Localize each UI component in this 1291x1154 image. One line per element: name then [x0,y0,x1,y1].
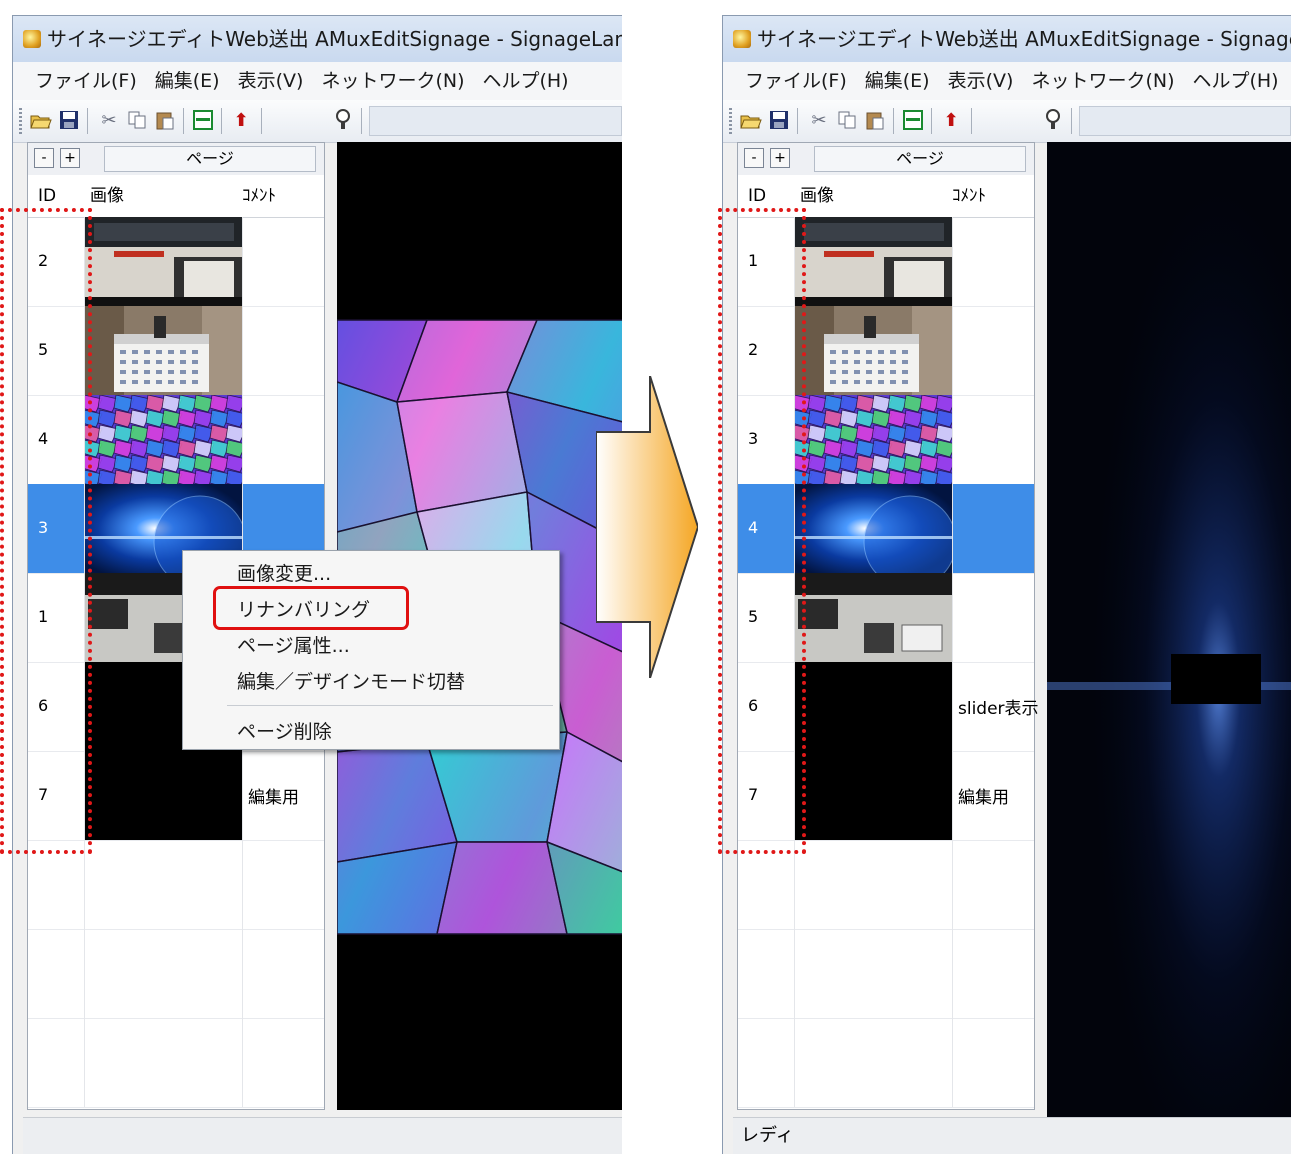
menu-view[interactable]: 表示(V) [948,62,1014,100]
toolbar-separator [87,108,88,134]
menu-edit[interactable]: 編集(E) [155,62,220,100]
toolbar-separator [1071,108,1072,134]
desk-icon [84,217,242,306]
row-comment: slider表示 [958,699,1039,719]
page-panel-title: ページ [104,146,316,172]
menu-edit[interactable]: 編集(E) [865,62,930,100]
column-comment[interactable]: ｺﾒﾝﾄ [952,175,986,217]
help-icon[interactable] [331,108,355,132]
toolbar-spacer [369,106,622,136]
id-column-highlight [0,208,92,854]
page-list-header: - + ページ [28,143,324,176]
menu-change-image[interactable]: 画像変更... [237,559,331,586]
page-view-icon[interactable] [901,108,925,132]
paste-icon[interactable] [863,108,887,132]
toolbar-separator [797,108,798,134]
column-image[interactable]: 画像 [90,175,124,217]
preview-pane [1047,142,1291,1120]
toolbar-spacer [1079,106,1291,136]
menu-view[interactable]: 表示(V) [238,62,304,100]
toolbar-separator [931,108,932,134]
toolbar-separator [261,108,262,134]
toolbar: ✂ ⬆ [723,100,1291,143]
toolbar-separator [183,108,184,134]
desk-icon [794,217,952,306]
app-icon [23,30,41,48]
row-comment: 編集用 [958,788,1009,808]
upload-icon[interactable]: ⬆ [229,108,253,132]
toolbar-grip[interactable] [19,108,22,134]
help-icon[interactable] [1041,108,1065,132]
row-comment: 編集用 [248,788,299,808]
upload-icon[interactable]: ⬆ [939,108,963,132]
keyboard-icon [794,573,952,662]
toolbar-separator [221,108,222,134]
context-menu: 画像変更... リナンバリング ページ属性... 編集／デザインモード切替 ペー… [182,550,560,750]
menu-toggle-edit-design-mode[interactable]: 編集／デザインモード切替 [237,667,465,694]
page-list-header: - + ページ [738,143,1034,176]
cut-icon[interactable]: ✂ [97,108,121,132]
preview-earth-image [1047,142,1291,1120]
menu-network[interactable]: ネットワーク(N) [321,62,464,100]
copy-icon[interactable] [835,108,859,132]
cut-icon[interactable]: ✂ [807,108,831,132]
collapse-button[interactable]: - [34,148,54,168]
menu-network[interactable]: ネットワーク(N) [1031,62,1174,100]
save-icon[interactable] [57,108,81,132]
copy-icon[interactable] [125,108,149,132]
app-icon [733,30,751,48]
expand-button[interactable]: + [770,148,790,168]
gems-icon [81,394,247,488]
menu-delete-page[interactable]: ページ削除 [237,717,332,744]
menu-separator [227,705,553,706]
earth-icon [794,484,957,589]
gems-icon [791,394,957,488]
id-column-highlight [718,208,806,854]
collapse-button[interactable]: - [744,148,764,168]
title-bar[interactable]: サイネージエディトWeb送出 AMuxEditSignage - Signage… [723,16,1291,62]
empty-row [738,1018,1034,1108]
black-icon [794,751,952,840]
renumbering-highlight [213,586,409,630]
empty-row [28,1018,324,1108]
empty-row [738,929,1034,1019]
open-icon[interactable] [739,108,763,132]
black-icon [794,662,952,751]
toolbar-separator [971,108,972,134]
menu-help[interactable]: ヘルプ(H) [1192,62,1278,100]
column-divider [952,217,953,1107]
status-bar: レディ [733,1117,1291,1154]
black-icon [84,751,242,840]
window-title: サイネージエディトWeb送出 AMuxEditSignage - Signage… [757,27,1291,51]
toolbar-separator [893,108,894,134]
menu-file[interactable]: ファイル(F) [745,62,847,100]
calendar-icon [84,306,242,395]
page-view-icon[interactable] [191,108,215,132]
menu-page-properties[interactable]: ページ属性... [237,631,350,658]
calendar-icon [794,306,952,395]
transition-arrow-icon [596,376,698,678]
toolbar-grip[interactable] [729,108,732,134]
paste-icon[interactable] [153,108,177,132]
menu-file[interactable]: ファイル(F) [35,62,137,100]
menu-bar: ファイル(F) 編集(E) 表示(V) ネットワーク(N) ヘルプ(H) [723,62,1291,100]
page-panel-title: ページ [814,146,1026,172]
save-icon[interactable] [767,108,791,132]
column-comment[interactable]: ｺﾒﾝﾄ [242,175,276,217]
expand-button[interactable]: + [60,148,80,168]
window-title: サイネージエディトWeb送出 AMuxEditSignage - Signage… [47,27,622,51]
toolbar: ✂ ⬆ [13,100,622,143]
menu-bar: ファイル(F) 編集(E) 表示(V) ネットワーク(N) ヘルプ(H) [13,62,622,100]
window-after: サイネージエディトWeb送出 AMuxEditSignage - Signage… [722,15,1291,1154]
open-icon[interactable] [29,108,53,132]
menu-help[interactable]: ヘルプ(H) [482,62,568,100]
empty-row [28,929,324,1019]
toolbar-separator [361,108,362,134]
status-text: レディ [741,1125,794,1146]
title-bar[interactable]: サイネージエディトWeb送出 AMuxEditSignage - Signage… [13,16,622,62]
status-bar [23,1117,622,1154]
